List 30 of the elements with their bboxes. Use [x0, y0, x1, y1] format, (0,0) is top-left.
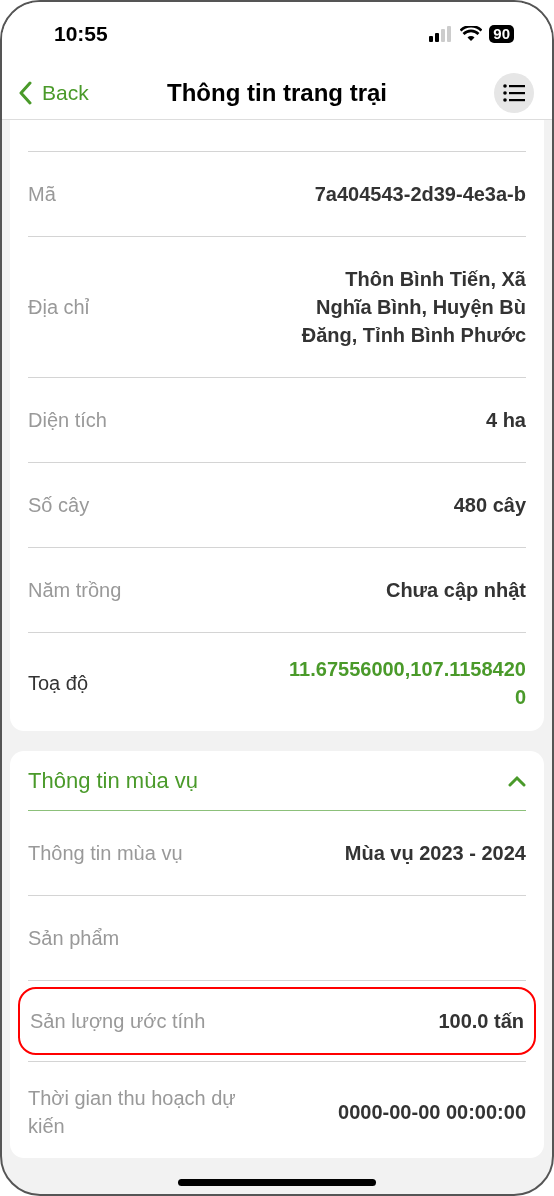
field-label: Sản lượng ước tính — [30, 1009, 206, 1034]
list-icon — [503, 83, 525, 102]
field-value[interactable]: 11.67556000,107.11584200 — [286, 655, 526, 711]
battery-level: 90 — [489, 25, 514, 43]
wifi-icon — [460, 26, 483, 42]
field-label: Năm trồng — [28, 578, 122, 603]
signal-icon — [429, 26, 454, 42]
field-value: 0000-00-00 00:00:00 — [338, 1100, 526, 1125]
field-value: 100.0 tấn — [438, 1009, 524, 1034]
field-value: Chưa cập nhật — [385, 578, 526, 603]
field-value: 480 cây — [453, 493, 526, 518]
field-label: Thông tin mùa vụ — [28, 841, 183, 866]
field-label: Số cây — [28, 493, 90, 518]
field-label: Sản phẩm — [28, 926, 120, 951]
back-button[interactable]: Back — [18, 76, 89, 109]
chevron-left-icon — [18, 80, 32, 105]
field-value: 7a404543-2d39-4e3a-b — [314, 182, 526, 207]
field-label: Thời gian thu hoạch dự kiến — [28, 1086, 237, 1139]
list-menu-button[interactable] — [494, 72, 534, 113]
field-value: Thôn Bình Tiến, Xã Nghĩa Bình, Huyện Bù Đăng, Tỉnh Bình Phước — [300, 267, 526, 348]
season-header[interactable]: Thông tin mùa vụ — [28, 751, 526, 811]
field-label: Địa chỉ — [28, 295, 90, 320]
status-time: 10:55 — [54, 21, 108, 48]
field-label: Toạ độ — [28, 671, 89, 696]
page-title: Thông tin trang trại — [167, 77, 387, 108]
field-label: Mã — [28, 182, 56, 207]
chevron-up-icon — [508, 774, 526, 787]
field-value: 4 ha — [485, 408, 526, 433]
field-value: Mùa vụ 2023 - 2024 — [344, 841, 526, 866]
field-label: Diện tích — [28, 408, 107, 433]
